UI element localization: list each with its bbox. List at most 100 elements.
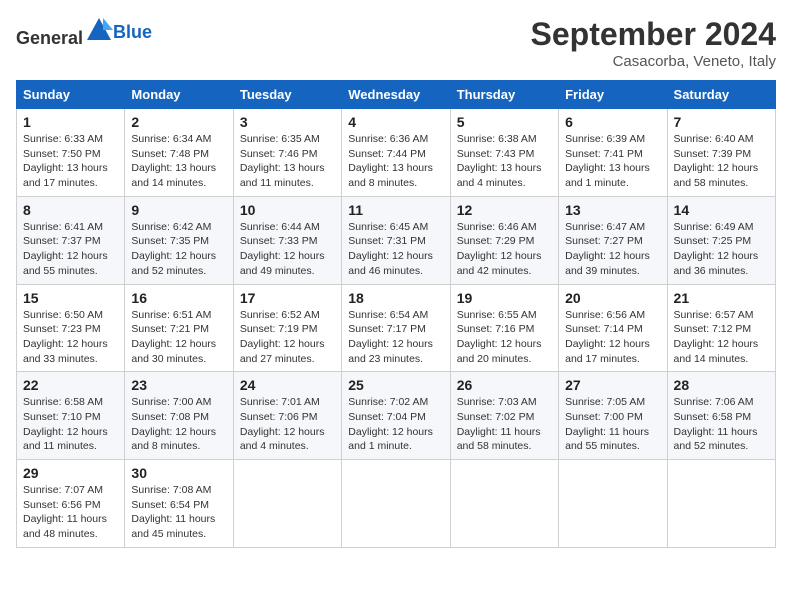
day-number: 23 xyxy=(131,377,226,393)
day-detail: Sunrise: 6:56 AM Sunset: 7:14 PM Dayligh… xyxy=(565,308,660,367)
calendar-cell: 19Sunrise: 6:55 AM Sunset: 7:16 PM Dayli… xyxy=(450,284,558,372)
day-number: 8 xyxy=(23,202,118,218)
calendar-cell: 23 Sunrise: 7:00 AM Sunset: 7:08 PM Dayli… xyxy=(125,372,233,460)
day-detail: Sunrise: 6:35 AM Sunset: 7:46 PM Dayligh… xyxy=(240,132,335,191)
calendar-cell: 7 Sunrise: 6:40 AM Sunset: 7:39 PM Daylig… xyxy=(667,109,775,197)
day-detail: Sunrise: 6:58 AM Sunset: 7:10 PM Dayligh… xyxy=(23,395,118,454)
calendar-cell: 2 Sunrise: 6:34 AM Sunset: 7:48 PM Daylig… xyxy=(125,109,233,197)
calendar-cell: 24 Sunrise: 7:01 AM Sunset: 7:06 PM Dayli… xyxy=(233,372,341,460)
day-detail: Sunrise: 6:51 AM Sunset: 7:21 PM Dayligh… xyxy=(131,308,226,367)
calendar-cell: 13 Sunrise: 6:47 AM Sunset: 7:27 PM Dayli… xyxy=(559,196,667,284)
weekday-header-friday: Friday xyxy=(559,81,667,109)
logo-general: General xyxy=(16,28,83,48)
title-block: September 2024 Casacorba, Veneto, Italy xyxy=(531,16,776,70)
calendar-cell xyxy=(450,460,558,548)
day-number: 1 xyxy=(23,114,118,130)
day-number: 18 xyxy=(348,290,443,306)
day-detail: Sunrise: 6:49 AM Sunset: 7:25 PM Dayligh… xyxy=(674,220,769,279)
day-number: 30 xyxy=(131,465,226,481)
day-detail: Sunrise: 7:02 AM Sunset: 7:04 PM Dayligh… xyxy=(348,395,443,454)
calendar-cell xyxy=(342,460,450,548)
day-number: 16 xyxy=(131,290,226,306)
logo-icon xyxy=(85,16,113,44)
day-detail: Sunrise: 6:50 AM Sunset: 7:23 PM Dayligh… xyxy=(23,308,118,367)
day-detail: Sunrise: 7:01 AM Sunset: 7:06 PM Dayligh… xyxy=(240,395,335,454)
day-number: 2 xyxy=(131,114,226,130)
day-detail: Sunrise: 6:42 AM Sunset: 7:35 PM Dayligh… xyxy=(131,220,226,279)
day-detail: Sunrise: 7:08 AM Sunset: 6:54 PM Dayligh… xyxy=(131,483,226,542)
day-number: 14 xyxy=(674,202,769,218)
calendar-cell: 21 Sunrise: 6:57 AM Sunset: 7:12 PM Dayli… xyxy=(667,284,775,372)
calendar-week-row: 29 Sunrise: 7:07 AM Sunset: 6:56 PM Dayli… xyxy=(17,460,776,548)
location: Casacorba, Veneto, Italy xyxy=(531,53,776,70)
day-number: 13 xyxy=(565,202,660,218)
calendar-cell: 30 Sunrise: 7:08 AM Sunset: 6:54 PM Dayli… xyxy=(125,460,233,548)
calendar-cell: 14 Sunrise: 6:49 AM Sunset: 7:25 PM Dayli… xyxy=(667,196,775,284)
day-number: 26 xyxy=(457,377,552,393)
day-detail: Sunrise: 6:55 AM Sunset: 7:16 PM Dayligh… xyxy=(457,308,552,367)
calendar-cell: 29 Sunrise: 7:07 AM Sunset: 6:56 PM Dayli… xyxy=(17,460,125,548)
day-number: 29 xyxy=(23,465,118,481)
calendar-cell xyxy=(667,460,775,548)
calendar-cell: 27Sunrise: 7:05 AM Sunset: 7:00 PM Dayli… xyxy=(559,372,667,460)
calendar-cell xyxy=(233,460,341,548)
calendar-cell: 26 Sunrise: 7:03 AM Sunset: 7:02 PM Dayli… xyxy=(450,372,558,460)
day-detail: Sunrise: 6:33 AM Sunset: 7:50 PM Dayligh… xyxy=(23,132,118,191)
day-number: 17 xyxy=(240,290,335,306)
calendar-cell: 10 Sunrise: 6:44 AM Sunset: 7:33 PM Dayli… xyxy=(233,196,341,284)
calendar-cell: 25 Sunrise: 7:02 AM Sunset: 7:04 PM Dayli… xyxy=(342,372,450,460)
weekday-header-row: SundayMondayTuesdayWednesdayThursdayFrid… xyxy=(17,81,776,109)
day-detail: Sunrise: 6:39 AM Sunset: 7:41 PM Dayligh… xyxy=(565,132,660,191)
day-number: 24 xyxy=(240,377,335,393)
day-detail: Sunrise: 6:46 AM Sunset: 7:29 PM Dayligh… xyxy=(457,220,552,279)
day-number: 9 xyxy=(131,202,226,218)
day-number: 5 xyxy=(457,114,552,130)
day-detail: Sunrise: 6:57 AM Sunset: 7:12 PM Dayligh… xyxy=(674,308,769,367)
day-number: 7 xyxy=(674,114,769,130)
day-detail: Sunrise: 7:03 AM Sunset: 7:02 PM Dayligh… xyxy=(457,395,552,454)
calendar-cell: 4 Sunrise: 6:36 AM Sunset: 7:44 PM Daylig… xyxy=(342,109,450,197)
day-detail: Sunrise: 6:36 AM Sunset: 7:44 PM Dayligh… xyxy=(348,132,443,191)
calendar-table: SundayMondayTuesdayWednesdayThursdayFrid… xyxy=(16,80,776,548)
day-detail: Sunrise: 6:44 AM Sunset: 7:33 PM Dayligh… xyxy=(240,220,335,279)
calendar-cell: 22Sunrise: 6:58 AM Sunset: 7:10 PM Dayli… xyxy=(17,372,125,460)
day-number: 25 xyxy=(348,377,443,393)
calendar-cell: 17Sunrise: 6:52 AM Sunset: 7:19 PM Dayli… xyxy=(233,284,341,372)
page-header: General Blue September 2024 Casacorba, V… xyxy=(16,16,776,70)
day-detail: Sunrise: 6:41 AM Sunset: 7:37 PM Dayligh… xyxy=(23,220,118,279)
weekday-header-wednesday: Wednesday xyxy=(342,81,450,109)
calendar-week-row: 15Sunrise: 6:50 AM Sunset: 7:23 PM Dayli… xyxy=(17,284,776,372)
calendar-cell: 28 Sunrise: 7:06 AM Sunset: 6:58 PM Dayli… xyxy=(667,372,775,460)
weekday-header-saturday: Saturday xyxy=(667,81,775,109)
day-detail: Sunrise: 7:07 AM Sunset: 6:56 PM Dayligh… xyxy=(23,483,118,542)
weekday-header-monday: Monday xyxy=(125,81,233,109)
day-number: 3 xyxy=(240,114,335,130)
day-number: 4 xyxy=(348,114,443,130)
day-detail: Sunrise: 6:38 AM Sunset: 7:43 PM Dayligh… xyxy=(457,132,552,191)
day-detail: Sunrise: 6:34 AM Sunset: 7:48 PM Dayligh… xyxy=(131,132,226,191)
calendar-cell: 5 Sunrise: 6:38 AM Sunset: 7:43 PM Daylig… xyxy=(450,109,558,197)
day-number: 21 xyxy=(674,290,769,306)
day-number: 11 xyxy=(348,202,443,218)
day-number: 6 xyxy=(565,114,660,130)
logo: General Blue xyxy=(16,16,152,49)
day-detail: Sunrise: 6:40 AM Sunset: 7:39 PM Dayligh… xyxy=(674,132,769,191)
calendar-cell: 20 Sunrise: 6:56 AM Sunset: 7:14 PM Dayli… xyxy=(559,284,667,372)
calendar-cell: 16 Sunrise: 6:51 AM Sunset: 7:21 PM Dayli… xyxy=(125,284,233,372)
calendar-cell: 12Sunrise: 6:46 AM Sunset: 7:29 PM Dayli… xyxy=(450,196,558,284)
calendar-cell: 6 Sunrise: 6:39 AM Sunset: 7:41 PM Daylig… xyxy=(559,109,667,197)
logo-blue: Blue xyxy=(113,22,152,43)
calendar-week-row: 8 Sunrise: 6:41 AM Sunset: 7:37 PM Daylig… xyxy=(17,196,776,284)
weekday-header-tuesday: Tuesday xyxy=(233,81,341,109)
calendar-cell: 11Sunrise: 6:45 AM Sunset: 7:31 PM Dayli… xyxy=(342,196,450,284)
day-number: 27 xyxy=(565,377,660,393)
calendar-cell: 1 Sunrise: 6:33 AM Sunset: 7:50 PM Daylig… xyxy=(17,109,125,197)
day-number: 20 xyxy=(565,290,660,306)
calendar-cell: 3 Sunrise: 6:35 AM Sunset: 7:46 PM Daylig… xyxy=(233,109,341,197)
day-detail: Sunrise: 7:00 AM Sunset: 7:08 PM Dayligh… xyxy=(131,395,226,454)
day-detail: Sunrise: 7:06 AM Sunset: 6:58 PM Dayligh… xyxy=(674,395,769,454)
day-number: 10 xyxy=(240,202,335,218)
day-detail: Sunrise: 6:54 AM Sunset: 7:17 PM Dayligh… xyxy=(348,308,443,367)
day-number: 28 xyxy=(674,377,769,393)
day-detail: Sunrise: 6:47 AM Sunset: 7:27 PM Dayligh… xyxy=(565,220,660,279)
